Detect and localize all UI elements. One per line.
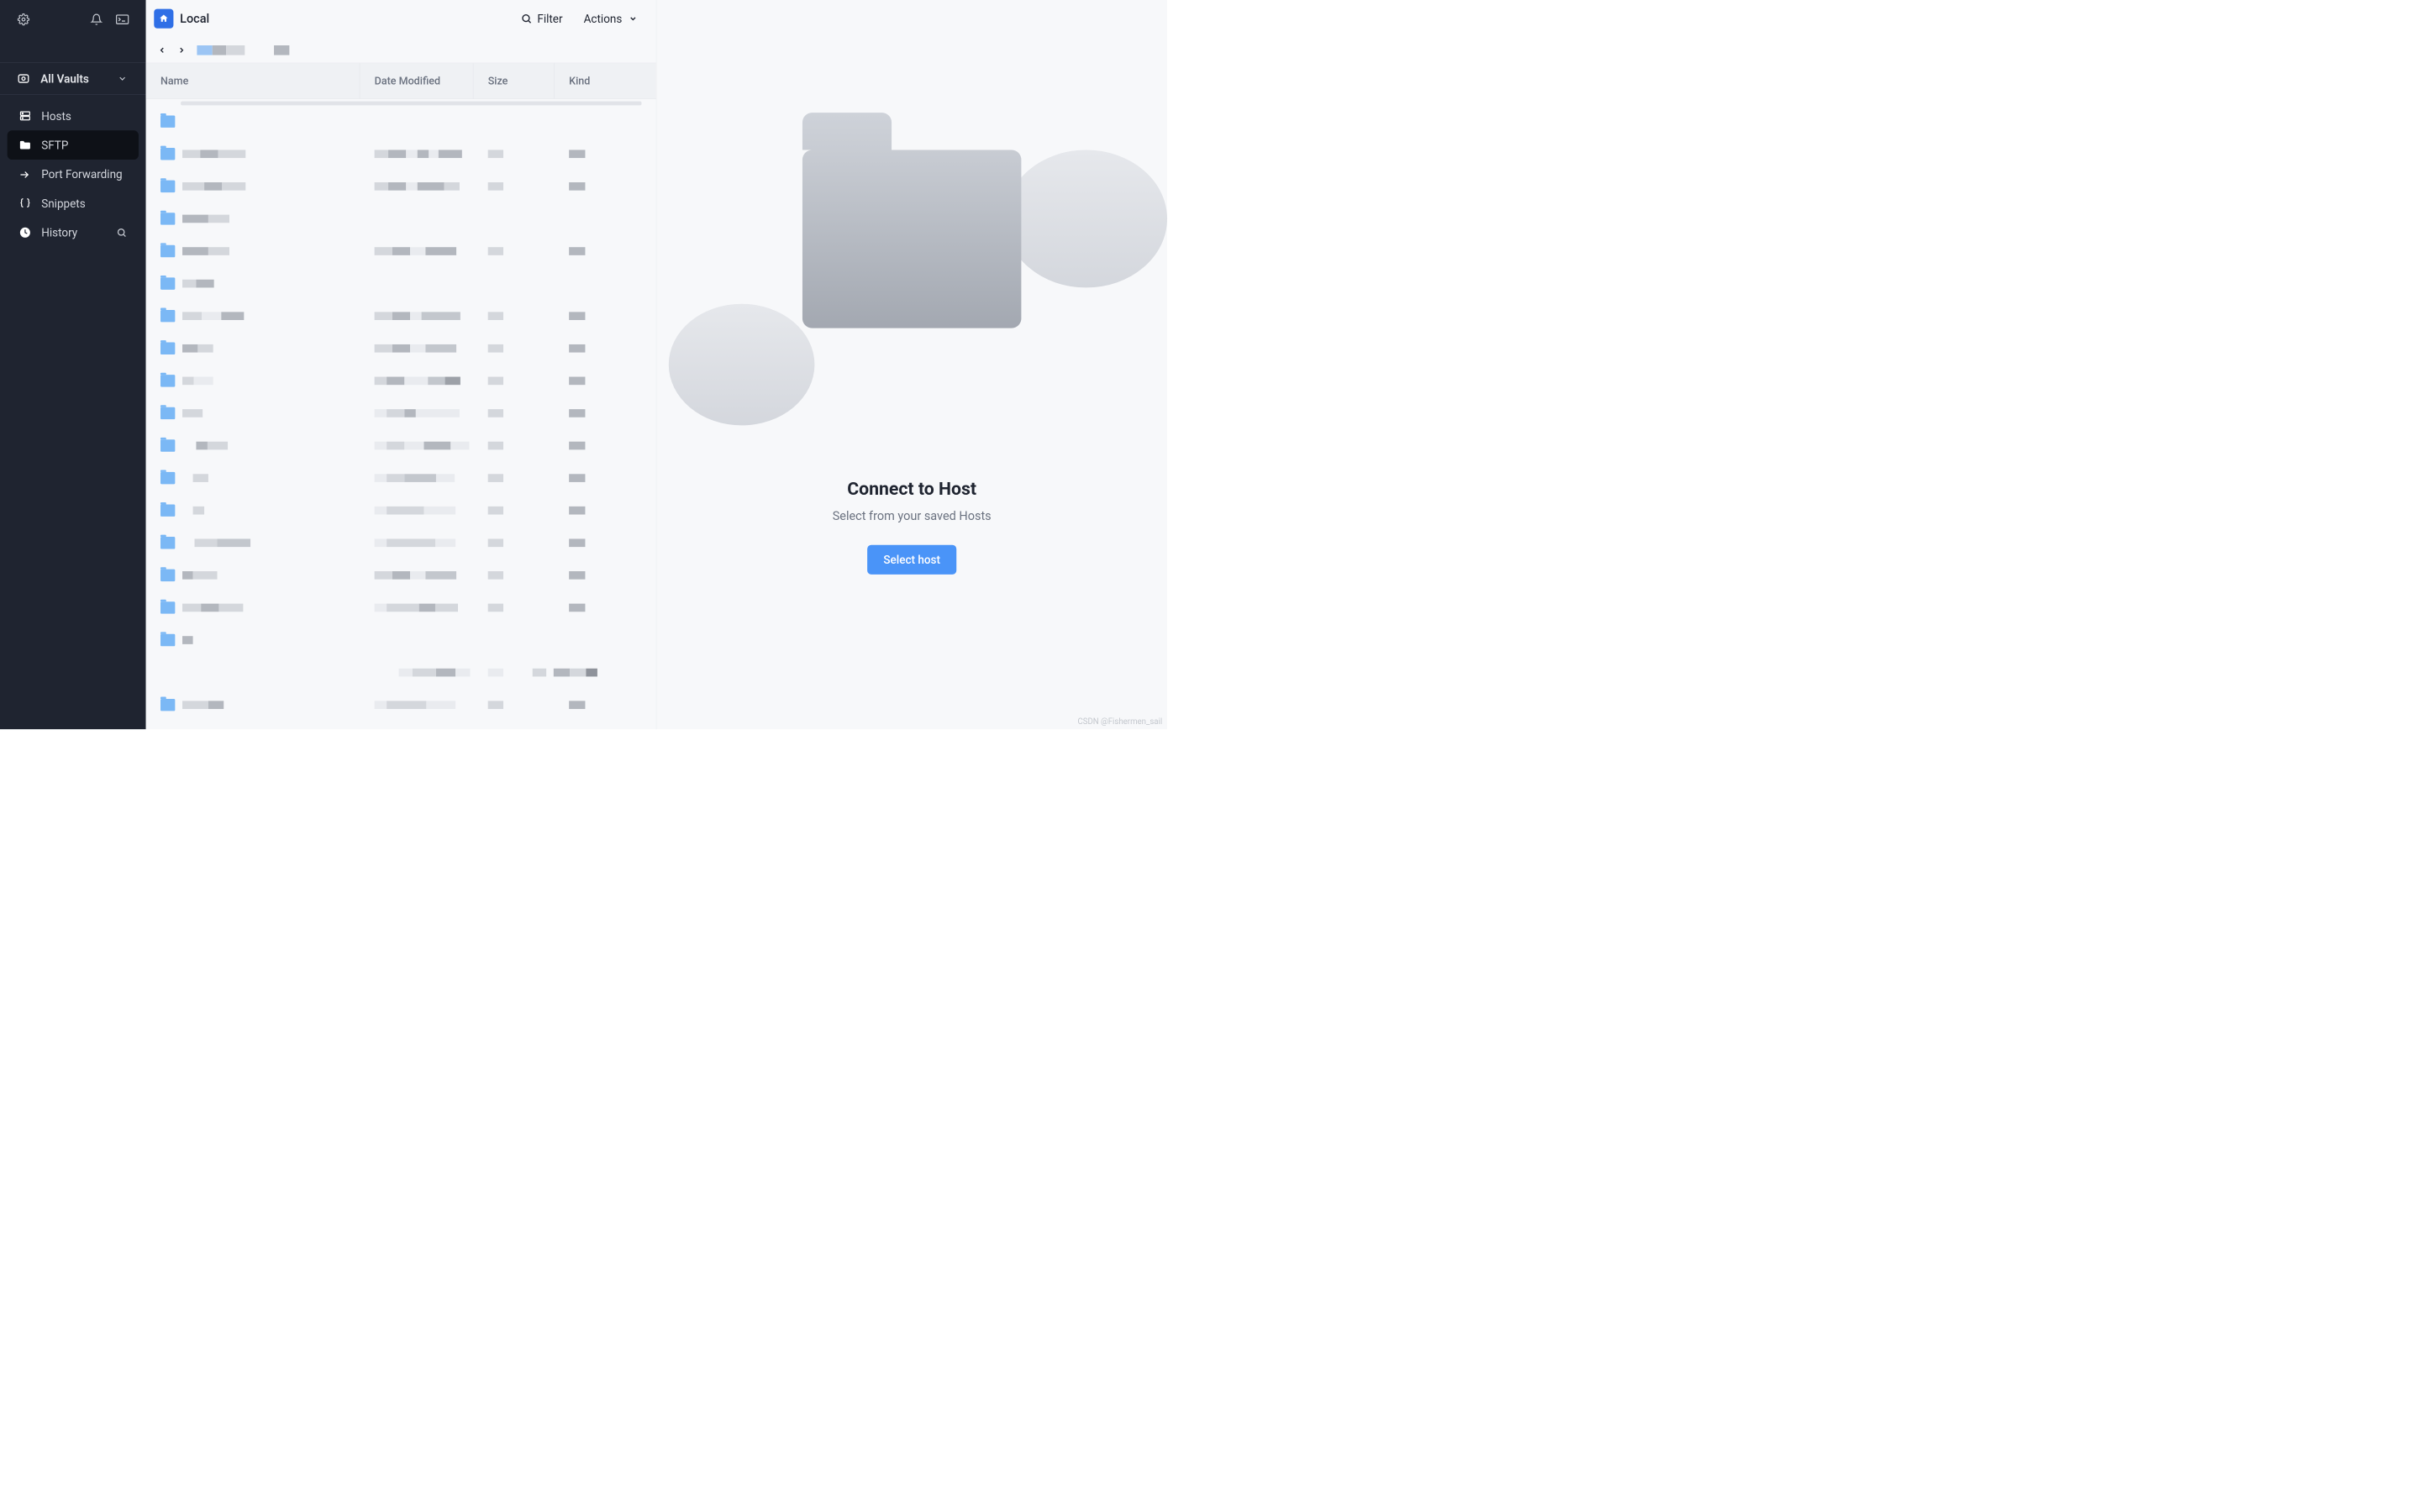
nav-back-button[interactable] [154,42,170,58]
list-item[interactable] [146,105,656,138]
folder-icon [160,310,175,322]
list-item[interactable] [146,689,656,722]
folder-icon [160,537,175,549]
file-panel-header: Local Filter Actions [146,0,656,37]
folder-icon [160,375,175,386]
folder-icon [160,570,175,581]
folder-icon [160,115,175,127]
sidebar-toolbar [0,0,146,39]
list-item[interactable] [146,624,656,657]
list-item[interactable] [146,429,656,462]
list-item[interactable] [146,591,656,624]
arrow-forward-icon [18,167,32,181]
nav: Hosts SFTP Port Forwarding Snippets [0,95,146,247]
vault-selector[interactable]: All Vaults [0,62,146,95]
bell-icon[interactable] [89,12,103,26]
list-item[interactable] [146,300,656,333]
list-item[interactable] [146,494,656,527]
list-item[interactable] [146,397,656,430]
folder-icon [160,699,175,711]
folder-icon [160,634,175,646]
nav-forward-button[interactable] [173,42,189,58]
local-file-panel: Local Filter Actions [146,0,657,729]
sidebar-item-label: Hosts [41,109,128,123]
folder-icon [160,277,175,289]
column-size[interactable]: Size [473,63,554,98]
list-item[interactable] [146,202,656,235]
list-item[interactable] [146,527,656,559]
home-icon[interactable] [154,9,173,29]
folder-icon [160,601,175,613]
folder-icon [160,245,175,257]
list-item[interactable] [146,365,656,397]
list-item[interactable] [146,462,656,495]
folder-icon [160,504,175,516]
vault-icon [16,71,30,86]
vault-label: All Vaults [40,72,115,86]
list-item[interactable] [146,267,656,300]
file-list[interactable] [146,99,656,729]
settings-icon[interactable] [16,12,30,26]
list-item[interactable] [146,138,656,171]
sidebar-item-snippets[interactable]: Snippets [8,189,139,218]
sidebar-item-label: Port Forwarding [41,167,128,181]
chevron-down-icon [627,13,639,24]
actions-label: Actions [584,12,623,25]
column-date[interactable]: Date Modified [360,63,473,98]
filter-button[interactable]: Filter [513,8,570,29]
folder-icon [160,343,175,354]
sidebar-item-sftp[interactable]: SFTP [8,130,139,160]
sidebar: All Vaults Hosts SFTP [0,0,146,729]
empty-state-subtitle: Select from your saved Hosts [833,509,992,523]
folder-icon [18,138,32,152]
actions-dropdown[interactable]: Actions [576,8,646,29]
clock-icon [18,225,32,239]
column-kind[interactable]: Kind [555,63,656,98]
watermark: CSDN @Fishermen_sail [1077,717,1162,727]
panel-title: Local [180,12,507,26]
column-headers: Name Date Modified Size Kind [146,63,656,98]
column-name[interactable]: Name [146,63,360,98]
search-icon [520,13,532,24]
braces-icon [18,196,32,210]
sidebar-item-label: Snippets [41,197,128,210]
server-icon [18,108,32,123]
sidebar-item-label: SFTP [41,139,128,152]
empty-state-illustration [656,150,1167,368]
sidebar-item-port-forwarding[interactable]: Port Forwarding [8,160,139,189]
select-host-button[interactable]: Select host [867,545,956,575]
breadcrumb-path[interactable] [197,45,289,55]
filter-label: Filter [537,12,562,25]
folder-icon [160,439,175,451]
sidebar-item-history[interactable]: History [8,218,139,247]
folder-icon [160,472,175,484]
folder-icon [160,213,175,224]
terminal-icon[interactable] [115,12,129,26]
folder-icon [160,407,175,419]
breadcrumb [146,37,656,63]
list-item[interactable] [146,171,656,203]
remote-file-panel: Connect to Host Select from your saved H… [656,0,1167,729]
list-item[interactable] [146,656,656,689]
folder-icon [160,181,175,192]
list-item[interactable] [146,235,656,268]
search-icon[interactable] [115,226,128,239]
sidebar-item-label: History [41,226,115,239]
list-item[interactable] [146,332,656,365]
empty-state-title: Connect to Host [833,478,992,499]
sidebar-item-hosts[interactable]: Hosts [8,102,139,131]
folder-icon [160,148,175,160]
list-item[interactable] [146,559,656,592]
chevron-down-icon [115,71,129,86]
